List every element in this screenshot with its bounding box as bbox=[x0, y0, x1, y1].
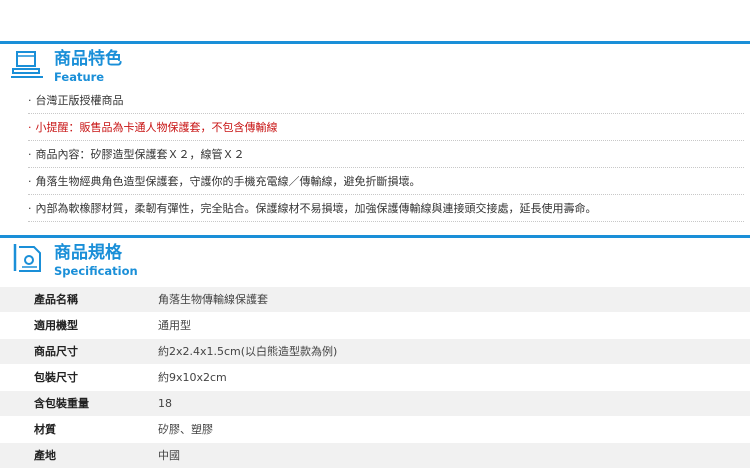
spec-key: 產地 bbox=[34, 449, 56, 462]
spec-sheet-icon bbox=[13, 244, 41, 272]
spec-row: 產地 中國 bbox=[0, 443, 750, 468]
bullet-icon: · bbox=[28, 175, 32, 188]
feature-item-text: 商品內容：矽膠造型保護套Ｘ２，線管Ｘ２ bbox=[35, 148, 245, 161]
spec-subtitle: Specification bbox=[54, 264, 138, 278]
monitor-icon bbox=[11, 51, 43, 78]
feature-title: 商品特色 bbox=[54, 49, 122, 69]
bullet-icon: · bbox=[28, 121, 32, 134]
spec-value: 約9x10x2cm bbox=[158, 371, 227, 384]
feature-subtitle: Feature bbox=[54, 70, 105, 84]
feature-item-text: 內部為軟橡膠材質，柔韌有彈性，完全貼合。保護線材不易損壞，加強保護傳輸線與連接頭… bbox=[35, 202, 597, 215]
spec-key: 包裝尺寸 bbox=[34, 371, 78, 384]
spec-key: 材質 bbox=[34, 423, 56, 436]
spec-section-header: 商品規格 Specification bbox=[0, 235, 750, 286]
spec-row: 適用機型 通用型 bbox=[0, 313, 750, 338]
spec-value: 矽膠、塑膠 bbox=[158, 423, 213, 436]
spec-key: 含包裝重量 bbox=[34, 397, 89, 410]
feature-list-item: · 商品內容：矽膠造型保護套Ｘ２，線管Ｘ２ bbox=[28, 142, 744, 168]
spec-row: 產品名稱 角落生物傳輸線保護套 bbox=[0, 287, 750, 312]
spec-value: 角落生物傳輸線保護套 bbox=[158, 293, 268, 306]
spec-title: 商品規格 bbox=[54, 243, 122, 263]
spec-value: 18 bbox=[158, 397, 172, 410]
spec-row: 含包裝重量 18 bbox=[0, 391, 750, 416]
spec-value: 約2x2.4x1.5cm(以白熊造型款為例) bbox=[158, 345, 338, 358]
feature-item-text: 小提醒：販售品為卡通人物保護套，不包含傳輸線 bbox=[35, 121, 278, 134]
spec-table: 產品名稱 角落生物傳輸線保護套適用機型 通用型商品尺寸 約2x2.4x1.5cm(以白… bbox=[0, 287, 750, 469]
feature-list-item: · 內部為軟橡膠材質，柔韌有彈性，完全貼合。保護線材不易損壞，加強保護傳輸線與連接… bbox=[28, 196, 744, 222]
spec-row: 包裝尺寸 約9x10x2cm bbox=[0, 365, 750, 390]
feature-item-text: 台灣正版授權商品 bbox=[35, 94, 124, 107]
feature-list-item: · 台灣正版授權商品 bbox=[28, 88, 744, 114]
spec-row: 材質 矽膠、塑膠 bbox=[0, 417, 750, 442]
feature-item-text: 角落生物經典角色造型保護套，守護你的手機充電線／傳輸線，避免折斷損壞。 bbox=[35, 175, 421, 188]
spec-key: 商品尺寸 bbox=[34, 345, 78, 358]
bullet-icon: · bbox=[28, 148, 32, 161]
bullet-icon: · bbox=[28, 94, 32, 107]
spec-value: 通用型 bbox=[158, 319, 191, 332]
feature-list-item: · 小提醒：販售品為卡通人物保護套，不包含傳輸線 bbox=[28, 115, 744, 141]
bullet-icon: · bbox=[28, 202, 32, 215]
spec-key: 適用機型 bbox=[34, 319, 78, 332]
spec-row: 商品尺寸 約2x2.4x1.5cm(以白熊造型款為例) bbox=[0, 339, 750, 364]
spec-value: 中國 bbox=[158, 449, 180, 462]
feature-list-item: · 角落生物經典角色造型保護套，守護你的手機充電線／傳輸線，避免折斷損壞。 bbox=[28, 169, 744, 195]
spec-key: 產品名稱 bbox=[34, 293, 78, 306]
feature-section-header: 商品特色 Feature bbox=[0, 41, 750, 92]
feature-list: · 台灣正版授權商品 · 小提醒：販售品為卡通人物保護套，不包含傳輸線 · 商品內容：矽膠… bbox=[28, 88, 744, 223]
